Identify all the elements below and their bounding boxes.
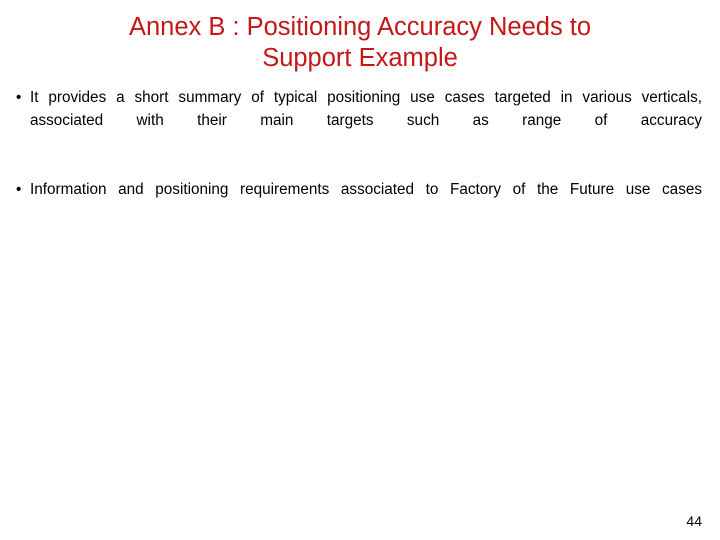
list-item-text: Information and positioning requirements… <box>30 181 702 198</box>
page-number: 44 <box>686 513 702 529</box>
list-item: • Information and positioning requiremen… <box>0 178 720 224</box>
slide: Annex B : Positioning Accuracy Needs to … <box>0 0 720 540</box>
list-item: • It provides a short summary of typical… <box>0 86 720 155</box>
page-title-line-2: Support Example <box>262 44 458 72</box>
list-item-text: It provides a short summary of typical p… <box>30 89 702 129</box>
page-title: Annex B : Positioning Accuracy Needs to … <box>36 12 684 74</box>
bullet-point-icon: • <box>16 181 22 198</box>
bullet-point-icon: • <box>16 89 22 106</box>
slide-body: • It provides a short summary of typical… <box>0 86 720 224</box>
page-title-line-1: Annex B : Positioning Accuracy Needs to <box>128 13 592 41</box>
